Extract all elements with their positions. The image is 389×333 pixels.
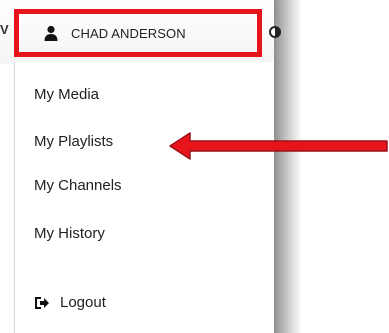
logout-button[interactable]: Logout bbox=[34, 294, 106, 311]
arrow-left-annotation bbox=[169, 132, 388, 160]
logout-icon bbox=[35, 296, 49, 309]
logout-label: Logout bbox=[60, 294, 106, 311]
user-menu-button[interactable]: CHAD ANDERSON bbox=[35, 20, 186, 46]
menu-item-my-history[interactable]: My History bbox=[34, 225, 105, 242]
user-icon bbox=[44, 25, 58, 41]
page-background bbox=[302, 0, 389, 333]
user-name-label: CHAD ANDERSON bbox=[71, 25, 186, 41]
contrast-icon[interactable] bbox=[269, 26, 281, 38]
menu-item-my-playlists[interactable]: My Playlists bbox=[34, 133, 113, 150]
dropdown-shadow bbox=[274, 0, 302, 333]
menu-item-my-media[interactable]: My Media bbox=[34, 86, 99, 103]
menu-item-my-channels[interactable]: My Channels bbox=[34, 177, 122, 194]
truncated-nav-text: V bbox=[0, 22, 9, 37]
